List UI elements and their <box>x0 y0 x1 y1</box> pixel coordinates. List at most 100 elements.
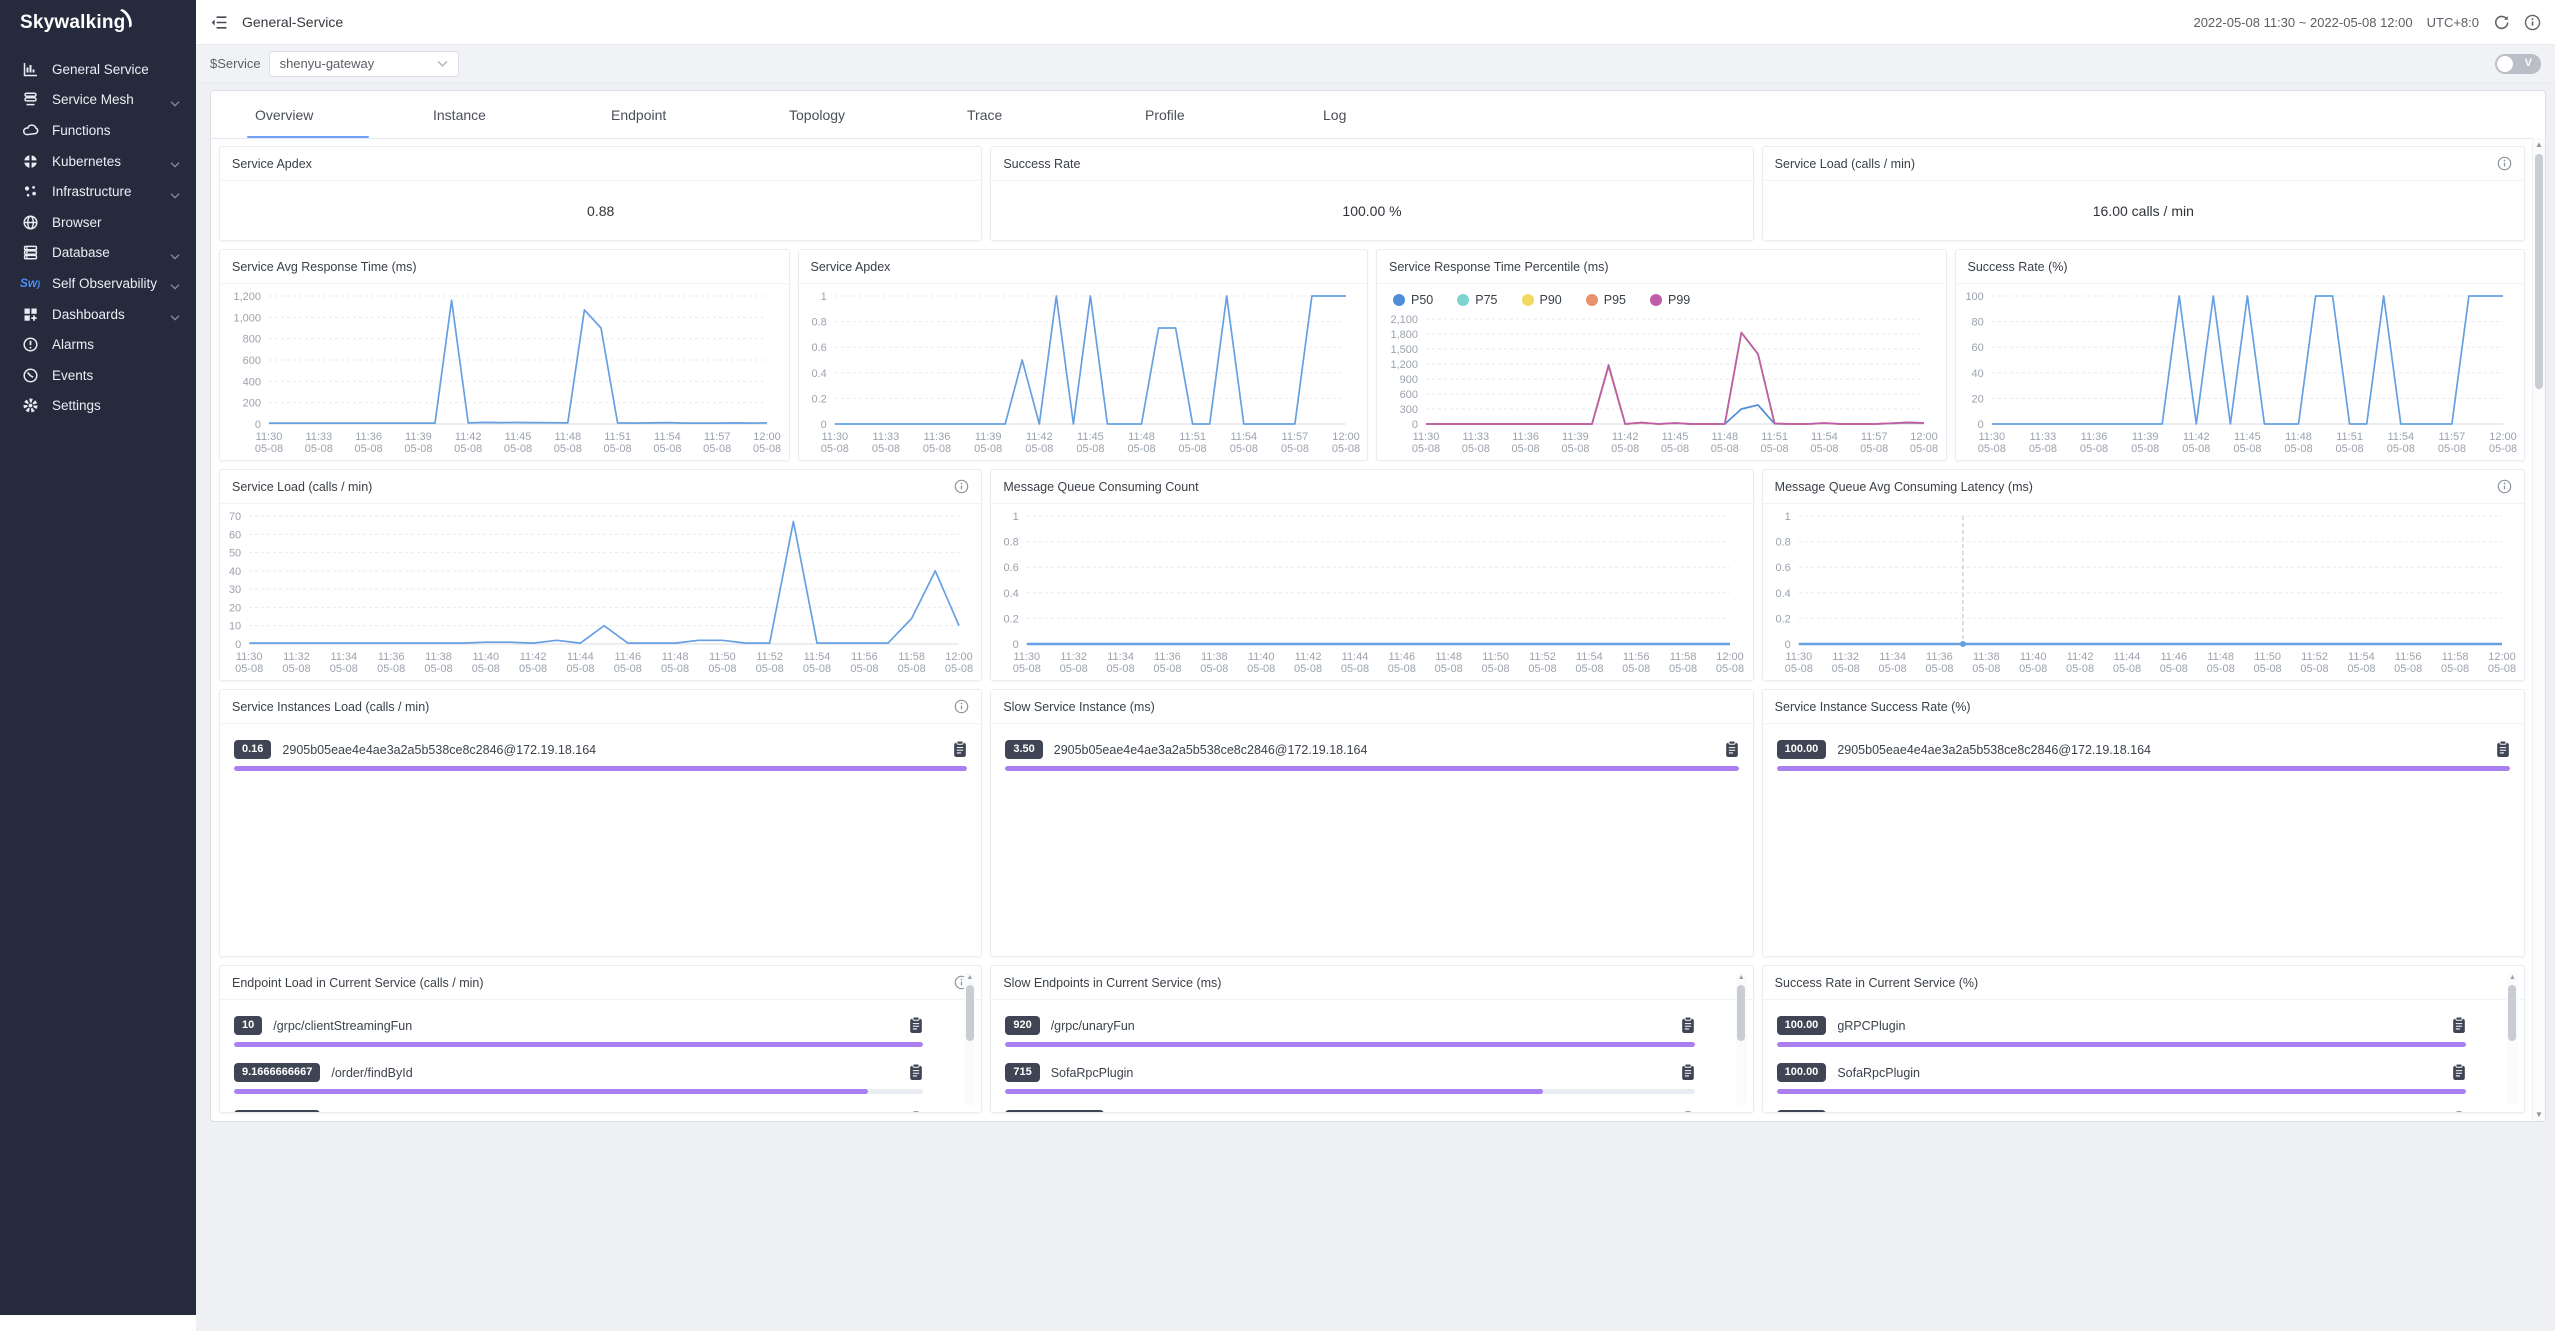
main-scrollbar[interactable]: ▲ ▼ <box>2532 138 2545 1121</box>
tab-topology[interactable]: Topology <box>745 91 923 138</box>
svg-text:11:42: 11:42 <box>520 651 547 663</box>
sidebar-item-label: Dashboards <box>52 307 170 322</box>
card-header: Service Apdex <box>220 147 981 181</box>
svg-text:11:57: 11:57 <box>2438 431 2465 443</box>
tab-log[interactable]: Log <box>1279 91 1457 138</box>
svg-text:11:54: 11:54 <box>1230 431 1257 443</box>
card-header: Service Instance Success Rate (%) <box>1763 690 2524 724</box>
scroll-down-icon[interactable]: ▼ <box>2533 1110 2545 1119</box>
sidebar-item-dashboards[interactable]: Dashboards <box>0 299 196 330</box>
tab-profile[interactable]: Profile <box>1101 91 1279 138</box>
info-icon[interactable] <box>2497 479 2512 494</box>
list-item-row[interactable]: 100.00SofaRpcPlugin <box>1777 1060 2466 1085</box>
list-item-row[interactable]: 9.1666666667/http/order/findById <box>234 1107 923 1112</box>
sidebar-item-infrastructure[interactable]: Infrastructure <box>0 176 196 207</box>
sidebar-item-browser[interactable]: Browser <box>0 207 196 238</box>
card-scrollbar[interactable]: ▲ <box>964 972 975 1106</box>
chart-card-mq_avg_consuming_latency: Message Queue Avg Consuming Latency (ms)… <box>1762 469 2525 681</box>
copy-icon[interactable] <box>2452 1016 2466 1034</box>
copy-icon[interactable] <box>1681 1063 1695 1081</box>
copy-icon[interactable] <box>1681 1110 1695 1112</box>
legend-item-p90[interactable]: P90 <box>1522 293 1562 307</box>
sidebar-item-functions[interactable]: Functions <box>0 115 196 146</box>
tab-instance[interactable]: Instance <box>389 91 567 138</box>
card-scrollbar[interactable]: ▲ <box>2507 972 2518 1106</box>
copy-icon[interactable] <box>909 1063 923 1081</box>
list-item: 10/grpc/clientStreamingFun <box>234 1013 923 1047</box>
scroll-up-icon[interactable]: ▲ <box>964 974 975 981</box>
legend-item-p50[interactable]: P50 <box>1393 293 1433 307</box>
info-icon[interactable] <box>954 479 969 494</box>
sidebar-item-settings[interactable]: Settings <box>0 391 196 422</box>
info-icon[interactable] <box>2497 156 2512 171</box>
list-item-row[interactable]: 100.002905b05eae4e4ae3a2a5b538ce8c2846@1… <box>1777 737 2510 762</box>
legend-item-p99[interactable]: P99 <box>1650 293 1690 307</box>
info-icon[interactable] <box>954 699 969 714</box>
sidebar-item-events[interactable]: Events <box>0 360 196 391</box>
copy-icon[interactable] <box>909 1110 923 1112</box>
sidebar-item-alarms[interactable]: Alarms <box>0 329 196 360</box>
list-item-row[interactable]: 9.1666666667/order/findById <box>234 1060 923 1085</box>
sidebar-item-service-mesh[interactable]: Service Mesh <box>0 85 196 116</box>
copy-icon[interactable] <box>953 740 967 758</box>
legend-item-p75[interactable]: P75 <box>1457 293 1497 307</box>
view-toggle[interactable]: V <box>2495 54 2541 74</box>
scroll-thumb[interactable] <box>966 985 974 1041</box>
legend-dot <box>1522 294 1534 306</box>
sidebar-item-general-service[interactable]: General Service <box>0 54 196 85</box>
scroll-up-icon[interactable]: ▲ <box>2507 974 2518 981</box>
scroll-thumb[interactable] <box>2535 154 2543 389</box>
app-logo[interactable]: Skywalking) <box>0 0 196 46</box>
list-item-row[interactable]: 10/grpc/clientStreamingFun <box>234 1013 923 1038</box>
progress-track <box>234 766 967 771</box>
list-item-row[interactable]: 3.502905b05eae4e4ae3a2a5b538ce8c2846@172… <box>1005 737 1738 762</box>
svg-text:05-08: 05-08 <box>305 443 333 455</box>
timezone-label[interactable]: UTC+8:0 <box>2427 15 2479 30</box>
tab-overview[interactable]: Overview <box>211 91 389 138</box>
list-item-row[interactable]: 100.00gRPCPlugin <box>1777 1013 2466 1038</box>
scroll-up-icon[interactable]: ▲ <box>2533 140 2545 149</box>
copy-icon[interactable] <box>2496 740 2510 758</box>
svg-text:11:30: 11:30 <box>1785 651 1812 663</box>
info-icon[interactable] <box>2524 14 2541 31</box>
legend-item-p95[interactable]: P95 <box>1586 293 1626 307</box>
menu-fold-icon[interactable] <box>210 12 230 32</box>
chevron-down-icon <box>170 188 180 196</box>
service-select[interactable]: shenyu-gateway <box>269 51 459 77</box>
svg-text:05-08: 05-08 <box>2028 443 2056 455</box>
scroll-thumb[interactable] <box>2508 985 2516 1041</box>
svg-text:05-08: 05-08 <box>1711 443 1739 455</box>
card-scrollbar[interactable]: ▲ <box>1736 972 1747 1106</box>
refresh-icon[interactable] <box>2493 14 2510 31</box>
list-item-row[interactable]: 100.00MotanRpcPlugin <box>1777 1107 2466 1112</box>
svg-text:05-08: 05-08 <box>1622 663 1650 675</box>
copy-icon[interactable] <box>1725 740 1739 758</box>
list-item-row[interactable]: 613.3333333333gRPCPlugin <box>1005 1107 1694 1112</box>
sidebar-item-self-observability[interactable]: Sw)Self Observability <box>0 268 196 299</box>
svg-text:05-08: 05-08 <box>1784 663 1812 675</box>
list-item-row[interactable]: 920/grpc/unaryFun <box>1005 1013 1694 1038</box>
copy-icon[interactable] <box>909 1016 923 1034</box>
chart-card-service_avg_response_time: Service Avg Response Time (ms)0200400600… <box>219 249 790 461</box>
svg-text:11:40: 11:40 <box>1248 651 1275 663</box>
time-range[interactable]: 2022-05-08 11:30 ~ 2022-05-08 12:00 <box>2193 15 2412 30</box>
sidebar-item-database[interactable]: Database <box>0 238 196 269</box>
copy-icon[interactable] <box>2452 1110 2466 1112</box>
svg-text:11:32: 11:32 <box>1832 651 1859 663</box>
progress-fill <box>234 766 967 771</box>
progress-fill <box>1005 1042 1694 1047</box>
copy-icon[interactable] <box>1681 1016 1695 1034</box>
svg-text:05-08: 05-08 <box>661 663 689 675</box>
list-item-row[interactable]: 0.162905b05eae4e4ae3a2a5b538ce8c2846@172… <box>234 737 967 762</box>
scroll-thumb[interactable] <box>1737 985 1745 1041</box>
value-badge: 3.50 <box>1005 740 1042 759</box>
sidebar-item-label: Database <box>52 245 170 260</box>
tab-trace[interactable]: Trace <box>923 91 1101 138</box>
tab-endpoint[interactable]: Endpoint <box>567 91 745 138</box>
list-item: 715SofaRpcPlugin <box>1005 1060 1694 1094</box>
sidebar-item-kubernetes[interactable]: Kubernetes <box>0 146 196 177</box>
svg-text:05-08: 05-08 <box>1341 663 1369 675</box>
list-item-row[interactable]: 715SofaRpcPlugin <box>1005 1060 1694 1085</box>
scroll-up-icon[interactable]: ▲ <box>1736 974 1747 981</box>
copy-icon[interactable] <box>2452 1063 2466 1081</box>
